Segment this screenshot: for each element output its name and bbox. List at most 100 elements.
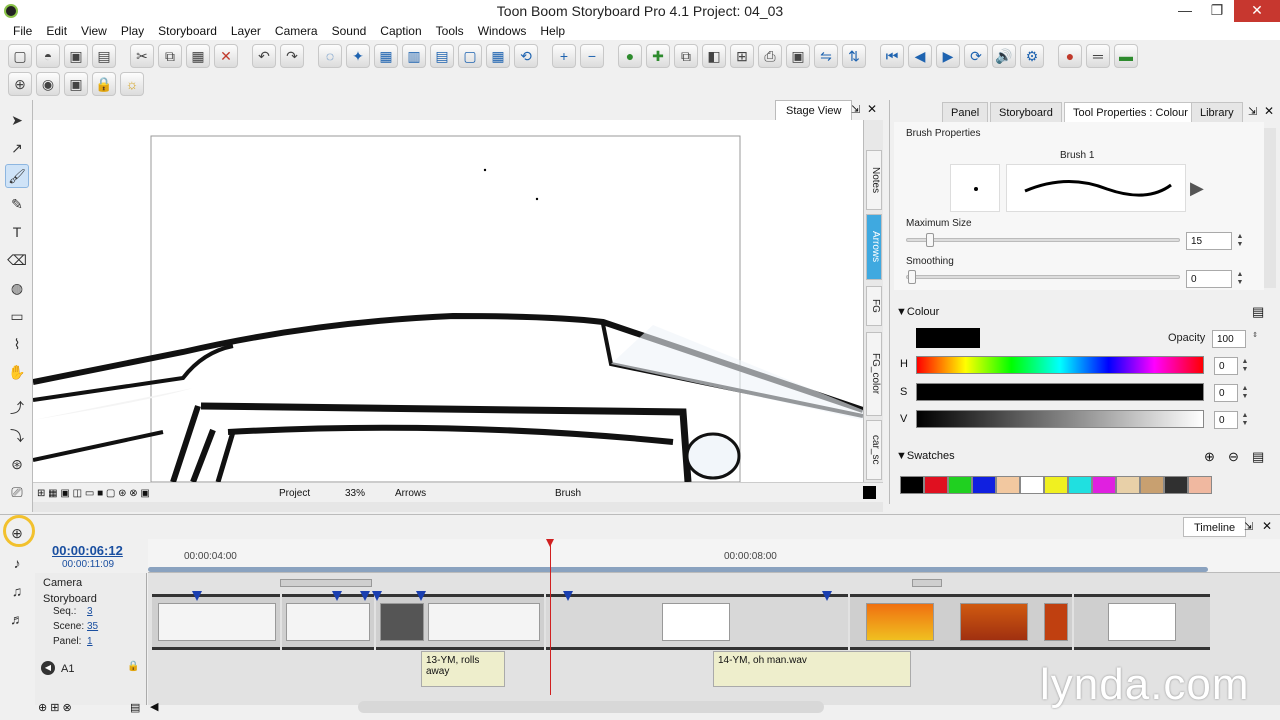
value-spinner[interactable]: ▲ ▼ xyxy=(1240,412,1250,428)
current-colour-swatch[interactable] xyxy=(916,328,980,348)
smoothing-spinner[interactable]: ▲ ▼ xyxy=(1235,271,1245,287)
menu-play[interactable]: Play xyxy=(114,24,151,38)
smoothing-slider-thumb[interactable] xyxy=(908,270,916,284)
close-icon[interactable]: ✕ xyxy=(1234,0,1280,22)
seq-link[interactable]: 3 xyxy=(87,606,93,617)
record-audio-icon[interactable]: ♪ xyxy=(5,551,29,575)
value-slider[interactable] xyxy=(916,410,1204,428)
redo-icon[interactable]: ↷ xyxy=(280,44,304,68)
save-icon[interactable]: ▣ xyxy=(64,44,88,68)
grid-view-icon[interactable]: ▦ xyxy=(374,44,398,68)
colour-swatch[interactable] xyxy=(996,476,1020,494)
menu-layer[interactable]: Layer xyxy=(224,24,268,38)
minimize-icon[interactable]: — xyxy=(1170,0,1200,22)
max-size-slider[interactable] xyxy=(906,238,1180,242)
contour-editor-icon[interactable]: ↗ xyxy=(5,136,29,160)
line-style-icon[interactable]: ═ xyxy=(1086,44,1110,68)
layer-tab-car-sc[interactable]: car_sc xyxy=(866,420,882,480)
menu-sound[interactable]: Sound xyxy=(325,24,374,38)
onion-skin-icon[interactable]: ◌ xyxy=(318,44,342,68)
storyboard-panel[interactable] xyxy=(1074,594,1210,650)
insert-panel-icon[interactable]: ✚ xyxy=(646,44,670,68)
audio-clip[interactable]: 14-YM, oh man.wav xyxy=(713,651,911,687)
panel-link[interactable]: 1 xyxy=(87,636,93,647)
menu-file[interactable]: File xyxy=(6,24,39,38)
max-size-slider-thumb[interactable] xyxy=(926,233,934,247)
colour-swatch[interactable] xyxy=(1020,476,1044,494)
drawing-canvas[interactable] xyxy=(33,120,863,482)
hue-spinner[interactable]: ▲ ▼ xyxy=(1240,358,1250,374)
play-icon[interactable]: ▶ xyxy=(936,44,960,68)
colour-swatch[interactable] xyxy=(1188,476,1212,494)
max-size-spinner[interactable]: ▲ ▼ xyxy=(1235,233,1245,249)
panel-marker-icon[interactable] xyxy=(332,591,342,601)
storyboard-panel[interactable] xyxy=(152,594,280,650)
colour-swatch[interactable] xyxy=(900,476,924,494)
panel-close-icon[interactable]: ✕ xyxy=(1264,104,1274,118)
hue-slider[interactable] xyxy=(916,356,1204,374)
panel-view-icon[interactable]: ▥ xyxy=(402,44,426,68)
audio-lock-icon[interactable]: 🔒 xyxy=(127,661,139,672)
layer-tab-fg-color[interactable]: FG_color xyxy=(866,332,882,416)
paste-icon[interactable]: ▦ xyxy=(186,44,210,68)
colour-swatch[interactable] xyxy=(948,476,972,494)
current-time[interactable]: 00:00:06:12 xyxy=(52,543,123,558)
stage-menu-icon[interactable]: ⇲ xyxy=(851,103,860,116)
flip-vertical-icon[interactable]: ⇅ xyxy=(842,44,866,68)
smoothing-slider[interactable] xyxy=(906,275,1180,279)
vector-layer-icon[interactable]: ◉ xyxy=(36,72,60,96)
menu-caption[interactable]: Caption xyxy=(373,24,428,38)
swatches-section-header[interactable]: ▼Swatches xyxy=(896,450,955,462)
flip-horizontal-icon[interactable]: ⇋ xyxy=(814,44,838,68)
sound-icon[interactable]: 🔊 xyxy=(992,44,1016,68)
saturation-field[interactable]: 0 xyxy=(1214,384,1238,402)
thumbnail-view-icon[interactable]: ▤ xyxy=(430,44,454,68)
paint-tool-icon[interactable]: ◍ xyxy=(5,276,29,300)
opacity-field[interactable]: 100 xyxy=(1212,330,1246,348)
panel-marker-icon[interactable] xyxy=(416,591,426,601)
menu-view[interactable]: View xyxy=(74,24,114,38)
panel-menu-icon[interactable]: ⇲ xyxy=(1248,105,1257,118)
loop-icon[interactable]: ⟳ xyxy=(964,44,988,68)
timeline-menu-icon[interactable]: ⇲ xyxy=(1244,520,1253,533)
menu-tools[interactable]: Tools xyxy=(429,24,471,38)
brush-tool-icon[interactable]: 🖌 xyxy=(5,164,29,188)
storyboard-panel[interactable] xyxy=(282,594,374,650)
hand-tool-icon[interactable]: ✋ xyxy=(5,360,29,384)
timeline-bottom-tools[interactable]: ⊕ ⊞ ⊗ xyxy=(38,701,72,714)
layer-tab-notes[interactable]: Notes xyxy=(866,150,882,210)
camera-keyframe-range[interactable] xyxy=(280,579,372,587)
colour-swatch[interactable] xyxy=(972,476,996,494)
panel-marker-icon[interactable] xyxy=(372,591,382,601)
menu-storyboard[interactable]: Storyboard xyxy=(151,24,224,38)
colour-swatch[interactable] xyxy=(1068,476,1092,494)
zoom-out-icon[interactable]: − xyxy=(580,44,604,68)
status-zoom[interactable]: 33% xyxy=(345,488,365,499)
split-panel-icon[interactable]: ◧ xyxy=(702,44,726,68)
value-field[interactable]: 0 xyxy=(1214,411,1238,429)
timeline-close-icon[interactable]: ✕ xyxy=(1262,519,1272,533)
remove-swatch-icon[interactable]: ⊖ xyxy=(1228,449,1239,465)
status-project[interactable]: Project xyxy=(279,488,310,499)
timeline-scrollbar[interactable] xyxy=(358,701,824,713)
colour-palette-icon[interactable]: ● xyxy=(1058,44,1082,68)
stage-view-icon[interactable]: ▢ xyxy=(458,44,482,68)
saturation-spinner[interactable]: ▲ ▼ xyxy=(1240,385,1250,401)
zoom-in-icon[interactable]: + xyxy=(552,44,576,68)
brush-scrollbar[interactable] xyxy=(1264,128,1276,288)
colour-swatch[interactable] xyxy=(1092,476,1116,494)
layer-colour-icon[interactable]: ▬ xyxy=(1114,44,1138,68)
select-tool-icon[interactable]: ➤ xyxy=(5,108,29,132)
colour-section-header[interactable]: ▼Colour xyxy=(896,306,939,318)
eraser-tool-icon[interactable]: ⌫ xyxy=(5,248,29,272)
smart-add-icon[interactable]: ⊞ xyxy=(730,44,754,68)
new-project-icon[interactable]: ▢ xyxy=(8,44,32,68)
tab-panel[interactable]: Panel xyxy=(942,102,989,122)
table-view-icon[interactable]: ▦ xyxy=(486,44,510,68)
colour-menu-icon[interactable]: ▤ xyxy=(1252,304,1264,320)
first-frame-icon[interactable]: ⏮ xyxy=(880,44,904,68)
add-swatch-icon[interactable]: ⊕ xyxy=(1204,449,1215,465)
camera-rotate-icon[interactable]: ⤵ xyxy=(5,424,29,448)
time-ruler[interactable]: 00:00:04:00 00:00:08:00 xyxy=(148,539,1280,573)
panel-marker-icon[interactable] xyxy=(822,591,832,601)
